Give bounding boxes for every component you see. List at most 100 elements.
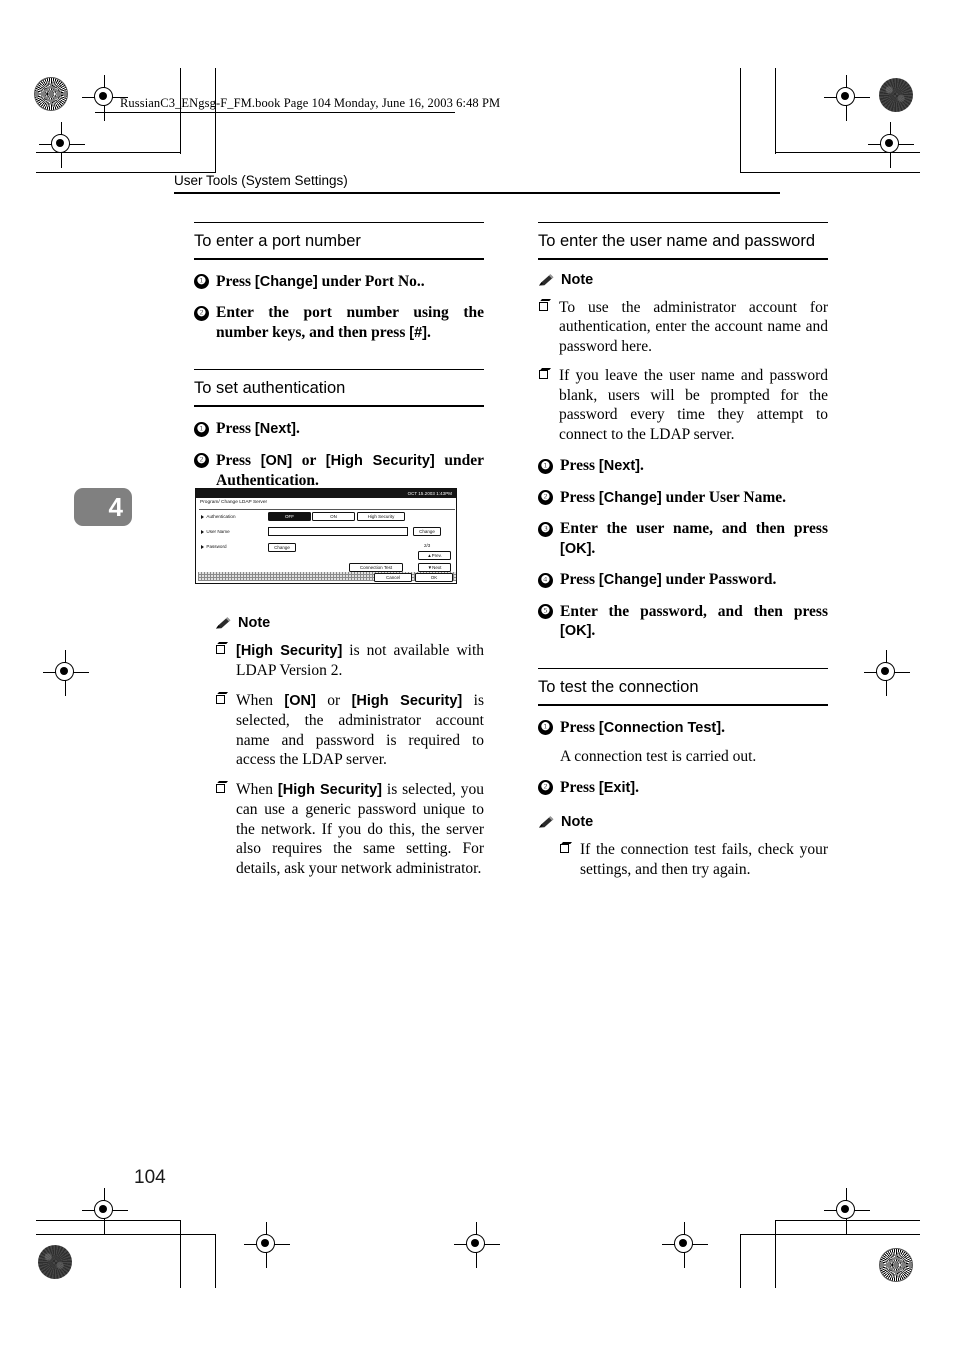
note-text: When [High Security] is selected, you ca… <box>236 780 484 877</box>
book-imprint-text: RussianC3_ENgsg-F_FM.book Page 104 Monda… <box>120 96 501 110</box>
panel-page-indicator: 2/3 <box>424 543 431 548</box>
pencil-icon <box>538 815 555 829</box>
note-item: If you leave the user name and password … <box>538 366 828 444</box>
crop-rule <box>215 1234 217 1288</box>
note-list: If the connection test fails, check your… <box>538 840 828 879</box>
step-number: ❶ <box>538 720 553 736</box>
rosette-dark-icon <box>879 78 913 112</box>
note-label: Note <box>238 614 271 631</box>
note-label: Note <box>561 271 594 288</box>
step-item: ❶ Press [Next]. <box>194 419 484 440</box>
crop-rule <box>775 1220 777 1288</box>
pencil-icon <box>215 616 232 630</box>
note-block: Note If the connection test fails, check… <box>538 814 828 879</box>
step-number: ❸ <box>538 521 553 537</box>
panel-cancel-button[interactable]: Cancel <box>374 573 412 582</box>
crop-rule <box>740 172 920 174</box>
step-item: ❷ Press [ON] or [High Security] under Au… <box>194 451 484 491</box>
panel-row-label-password: Password <box>201 544 227 549</box>
rosette-dark-icon <box>38 1245 72 1279</box>
crosshair-mark <box>244 1222 290 1268</box>
section-title: To set authentication <box>194 379 346 398</box>
panel-prev-button[interactable]: ▲Prev. <box>418 551 451 560</box>
crop-rule <box>180 68 182 154</box>
steps-list: ❶ Press [Next]. ❷ Press [ON] or [High Se… <box>194 419 484 491</box>
step-number: ❶ <box>538 458 553 474</box>
note-text: If the connection test fails, check your… <box>580 841 828 878</box>
triangle-right-icon <box>201 514 204 519</box>
panel-status-bar: OCT 15.2003 1:43PM <box>196 489 456 498</box>
step-item: ❷ Press [Exit]. <box>538 778 828 799</box>
section-test-connection: To test the connection ❶ Press [Connecti… <box>538 667 828 879</box>
note-bullet-icon <box>560 844 569 854</box>
note-bullet-icon <box>216 644 225 654</box>
crop-rule <box>740 1234 920 1236</box>
crosshair-mark <box>824 1188 870 1234</box>
step-text: Press [Change] under User Name. <box>560 488 787 506</box>
step-number: ❹ <box>538 572 553 588</box>
panel-username-field[interactable] <box>268 527 408 536</box>
step-item: ❶ Press [Connection Test]. <box>538 718 828 739</box>
crop-rule <box>775 68 777 154</box>
step-text: Press [Next]. <box>216 420 300 438</box>
step-number: ❷ <box>194 453 209 469</box>
crosshair-mark <box>662 1222 708 1268</box>
steps-list: ❶ Press [Change] under Port No.. ❷ Enter… <box>194 272 484 344</box>
page-number: 104 <box>134 1167 166 1188</box>
crosshair-mark <box>43 650 89 696</box>
crop-rule <box>36 1234 216 1236</box>
ldap-server-panel-figure: OCT 15.2003 1:43PM Program/ Change LDAP … <box>195 488 457 584</box>
note-block: Note To use the administrator account fo… <box>538 272 828 445</box>
note-item: If the connection test fails, check your… <box>559 840 828 879</box>
step-number: ❷ <box>194 305 209 321</box>
step-text: Press [Change] under Password. <box>560 571 777 589</box>
note-item: [High Security] is not available with LD… <box>215 641 484 681</box>
step-text: Press [Next]. <box>560 457 644 475</box>
step-item: ❸ Enter the user name, and then press [O… <box>538 519 828 559</box>
steps-list: ❶ Press [Connection Test]. A connection … <box>538 718 828 799</box>
crosshair-mark <box>454 1222 500 1268</box>
section-enter-port-number: To enter a port number ❶ Press [Change] … <box>194 222 484 343</box>
panel-auth-option-off[interactable]: OFF <box>268 511 311 521</box>
panel-username-change-button[interactable]: Change <box>413 527 441 536</box>
steps-list: ❶ Press [Next]. ❷ Press [Change] under U… <box>538 456 828 642</box>
panel-ok-button[interactable]: OK <box>415 573 453 582</box>
step-item: ❷ Enter the port number using the number… <box>194 303 484 343</box>
crop-rule <box>740 1234 742 1288</box>
step-item: ❷ Press [Change] under User Name. <box>538 488 828 509</box>
section-rule-bottom <box>538 703 828 706</box>
note-item: To use the administrator account for aut… <box>538 298 828 357</box>
rosette-light-icon <box>34 77 68 111</box>
step-text: Enter the password, and then press [OK]. <box>560 602 828 640</box>
panel-connection-test-button[interactable]: Connection Test <box>349 563 403 572</box>
panel-password-change-button[interactable]: Change <box>268 542 296 552</box>
running-head: User Tools (System Settings) <box>174 173 348 188</box>
step-number: ❶ <box>194 274 209 290</box>
document-page: RussianC3_ENgsg-F_FM.book Page 104 Monda… <box>0 0 954 1348</box>
crop-rule <box>180 1220 182 1288</box>
note-text: [High Security] is not available with LD… <box>236 641 485 680</box>
panel-next-button[interactable]: ▼Next <box>418 563 451 572</box>
running-head-rule <box>174 192 780 194</box>
panel-auth-option-on[interactable]: ON <box>312 511 355 521</box>
note-bullet-icon <box>216 694 225 704</box>
pencil-icon <box>538 273 555 287</box>
step-item: ❶ Press [Next]. <box>538 456 828 477</box>
crosshair-mark <box>82 1188 128 1234</box>
panel-row-label-username: User Name <box>201 529 230 534</box>
crosshair-mark <box>39 122 85 168</box>
note-item: When [High Security] is selected, you ca… <box>215 780 484 879</box>
crop-rule <box>740 68 742 173</box>
step-text: Press [Exit]. <box>560 778 640 796</box>
panel-auth-option-high-security[interactable]: High Security <box>357 511 405 521</box>
step-number: ❶ <box>194 421 209 437</box>
section-title: To enter a port number <box>194 232 361 251</box>
triangle-right-icon <box>201 544 204 549</box>
note-bullet-icon <box>539 370 548 380</box>
step-text: Enter the user name, and then press [OK]… <box>560 520 828 557</box>
note-block: Note [High Security] is not available wi… <box>194 615 484 879</box>
step-text: Press [Change] under Port No.. <box>216 272 425 290</box>
step-item: ❹ Press [Change] under Password. <box>538 570 828 591</box>
rosette-light-icon <box>879 1248 913 1282</box>
section-rule-bottom <box>194 258 484 260</box>
